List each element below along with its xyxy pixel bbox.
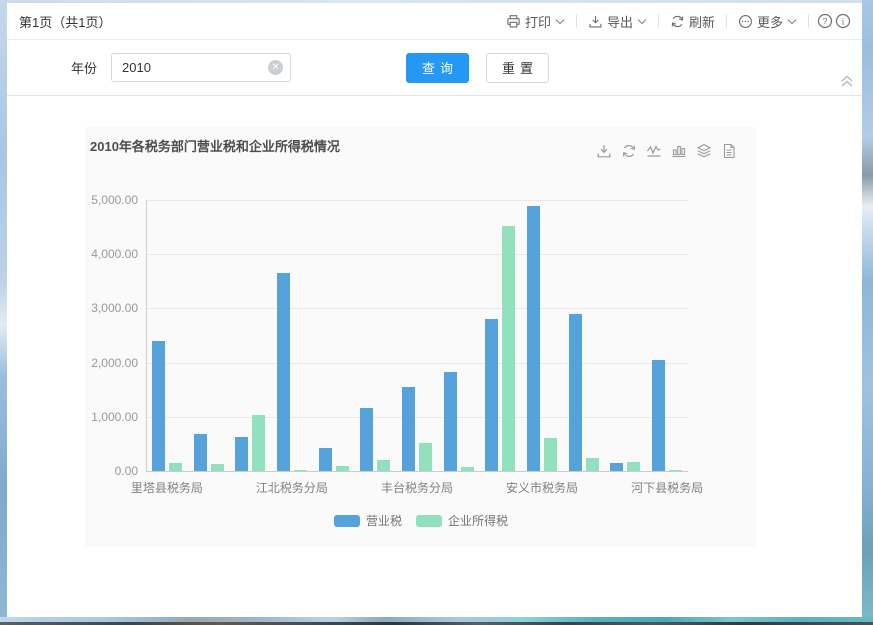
y-axis-tick-label: 3,000.00 (85, 301, 138, 315)
bar-企业所得税[interactable] (627, 462, 640, 471)
bar-营业税[interactable] (652, 360, 665, 471)
bar-营业税[interactable] (569, 314, 582, 471)
legend-swatch (416, 515, 442, 527)
bar-企业所得税[interactable] (211, 464, 224, 471)
bar-企业所得税[interactable] (169, 463, 182, 471)
info-button[interactable]: i (834, 12, 852, 30)
bar-营业税[interactable] (152, 341, 165, 471)
bar-营业税[interactable] (235, 437, 248, 471)
bar-企业所得税[interactable] (377, 460, 390, 471)
window-border-bottom (0, 617, 873, 625)
export-label: 导出 (607, 12, 633, 31)
app-window: 第1页（共1页） 打印 (0, 0, 873, 625)
year-input[interactable] (111, 53, 291, 82)
reset-button[interactable]: 重置 (486, 53, 549, 83)
collapse-panel-icon[interactable] (840, 75, 854, 93)
y-axis-tick-label: 0.00 (85, 464, 138, 478)
legend-label: 企业所得税 (448, 512, 508, 529)
report-header: 第1页（共1页） 打印 (7, 3, 862, 40)
bar-chart-plot: 0.00 1,000.00 2,000.00 3,000.00 4,000.00 5,00… (85, 127, 757, 547)
bar-企业所得税[interactable] (502, 226, 515, 471)
y-gridline (146, 363, 688, 364)
refresh-icon (670, 14, 685, 29)
bar-企业所得税[interactable] (544, 438, 557, 471)
x-axis-tick-label: 丰台税务分局 (381, 479, 453, 496)
legend-item-企业所得税[interactable]: 企业所得税 (416, 512, 508, 529)
x-axis-tick-label: 安义市税务局 (506, 479, 578, 496)
x-axis-tick-label: 河下县税务局 (631, 479, 703, 496)
clear-input-icon[interactable]: ✕ (268, 60, 283, 75)
y-gridline (146, 200, 688, 201)
chevron-down-icon (787, 18, 797, 25)
y-axis-tick-label: 1,000.00 (85, 410, 138, 424)
x-axis-tick-label: 里塔县税务局 (131, 479, 203, 496)
bar-企业所得税[interactable] (669, 470, 682, 471)
print-label: 打印 (525, 12, 551, 31)
print-button[interactable]: 打印 (502, 12, 569, 31)
printer-icon (506, 14, 521, 29)
svg-text:?: ? (823, 16, 828, 26)
chart-legend: 营业税 企业所得税 (85, 512, 757, 529)
more-button[interactable]: 更多 (734, 12, 801, 31)
header-toolbar: 打印 导出 (502, 12, 852, 31)
legend-item-营业税[interactable]: 营业税 (334, 512, 402, 529)
more-options-icon (738, 14, 753, 29)
chevron-down-icon (555, 18, 565, 25)
chevron-down-icon (637, 18, 647, 25)
y-gridline (146, 308, 688, 309)
y-axis-tick-label: 5,000.00 (85, 193, 138, 207)
svg-text:i: i (842, 17, 845, 27)
bar-企业所得税[interactable] (586, 458, 599, 471)
bar-营业税[interactable] (610, 463, 623, 471)
refresh-label: 刷新 (689, 12, 715, 31)
export-button[interactable]: 导出 (584, 12, 651, 31)
bar-企业所得税[interactable] (294, 470, 307, 471)
bar-营业税[interactable] (319, 448, 332, 471)
refresh-button[interactable]: 刷新 (666, 12, 719, 31)
bar-企业所得税[interactable] (419, 443, 432, 471)
query-button[interactable]: 查询 (406, 53, 469, 83)
bar-营业税[interactable] (527, 206, 540, 471)
y-gridline (146, 254, 688, 255)
bar-营业税[interactable] (444, 372, 457, 471)
legend-swatch (334, 515, 360, 527)
y-gridline (146, 417, 688, 418)
x-axis-tick-label: 江北税务分局 (256, 479, 328, 496)
legend-label: 营业税 (366, 512, 402, 529)
bar-营业税[interactable] (360, 408, 373, 471)
y-axis-tick-label: 2,000.00 (85, 356, 138, 370)
bar-营业税[interactable] (485, 319, 498, 471)
y-axis-line (146, 200, 147, 471)
more-label: 更多 (757, 12, 783, 31)
report-page: 第1页（共1页） 打印 (7, 3, 862, 617)
toolbar-divider (658, 14, 659, 28)
toolbar-divider (808, 14, 809, 28)
toolbar-divider (576, 14, 577, 28)
chart-panel: 2010年各税务部门营业税和企业所得税情况 (85, 127, 757, 547)
bar-企业所得税[interactable] (252, 415, 265, 471)
download-icon (588, 14, 603, 29)
bar-营业税[interactable] (194, 434, 207, 471)
window-border-left (0, 0, 7, 625)
year-input-wrap: ✕ (111, 53, 291, 82)
bar-营业税[interactable] (402, 387, 415, 471)
page-indicator: 第1页（共1页） (19, 12, 111, 31)
year-label: 年份 (71, 58, 97, 77)
filter-bar: 年份 ✕ 查询 重置 (7, 40, 862, 96)
y-axis-tick-label: 4,000.00 (85, 247, 138, 261)
y-gridline (146, 471, 688, 472)
bar-企业所得税[interactable] (336, 466, 349, 471)
bar-营业税[interactable] (277, 273, 290, 471)
window-border-right (862, 0, 873, 625)
help-button[interactable]: ? (816, 12, 834, 30)
bar-企业所得税[interactable] (461, 467, 474, 471)
toolbar-divider (726, 14, 727, 28)
